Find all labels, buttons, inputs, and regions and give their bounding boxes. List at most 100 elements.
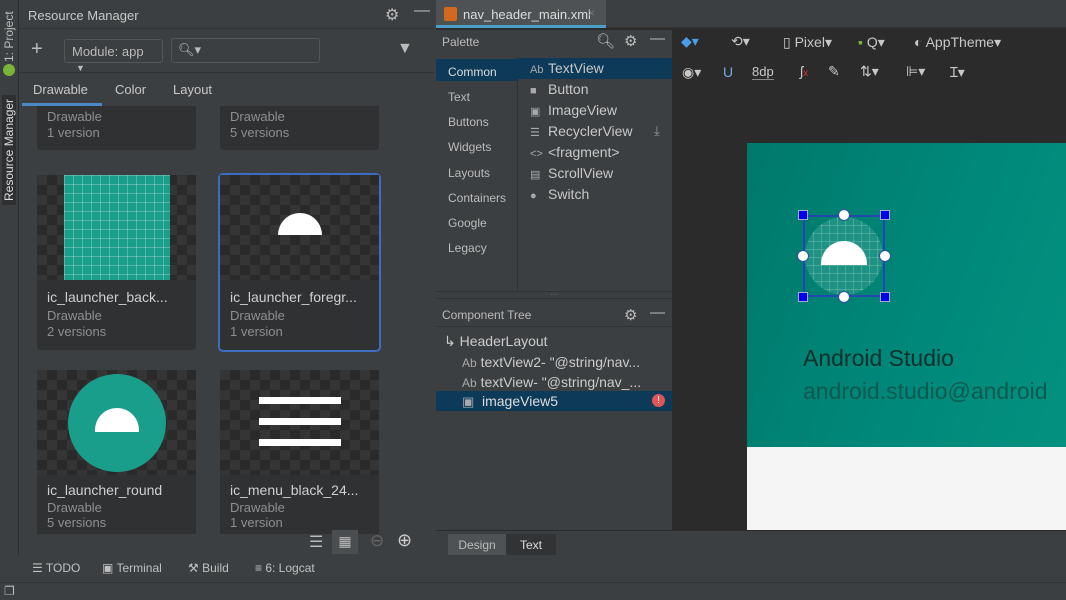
palette-item-label: TextView — [548, 60, 604, 76]
filter-icon[interactable]: ▼ — [397, 40, 413, 58]
resource-manager-tab[interactable]: Resource Manager — [2, 95, 16, 205]
tab-color[interactable]: Color — [115, 82, 146, 97]
view-options-icon[interactable]: ◉▾ — [682, 64, 701, 81]
tool-windows-toggle-icon[interactable]: ❐ — [4, 584, 15, 598]
tree-node[interactable]: Ab textView2- "@string/nav... — [462, 354, 640, 370]
gear-icon[interactable]: ⚙ — [624, 306, 637, 324]
resource-card-selected[interactable]: ic_launcher_foregr... Drawable 1 version — [220, 175, 379, 350]
gear-icon[interactable]: ⚙ — [624, 32, 637, 50]
palette-item[interactable]: ●Switch — [530, 186, 589, 202]
pack-icon[interactable]: ⇅▾ — [860, 63, 879, 80]
logcat-button[interactable]: ≡ 6: Logcat — [255, 561, 315, 575]
todo-button[interactable]: ☰ TODO — [32, 561, 80, 575]
close-icon[interactable]: × — [588, 6, 595, 20]
theme-select[interactable]: ◐ AppTheme▾ — [914, 34, 1001, 51]
preview-subtitle[interactable]: android.studio@android — [803, 378, 1048, 405]
search-input[interactable]: 🔍︎▾ — [171, 38, 320, 63]
palette-category[interactable]: Widgets — [448, 140, 491, 154]
splitter-handle[interactable]: ⋯ — [436, 291, 672, 299]
guidelines-icon[interactable]: Ɪ▾ — [950, 63, 965, 82]
resource-name: ic_launcher_back... — [47, 289, 168, 305]
constraint-anchor[interactable] — [838, 209, 850, 221]
terminal-button[interactable]: ▣ Terminal — [102, 561, 162, 575]
add-resource-button[interactable]: + — [31, 38, 43, 61]
palette-item-label: Button — [548, 81, 588, 97]
infer-constraints-icon[interactable]: ✎ — [828, 63, 840, 80]
resize-handle[interactable] — [798, 292, 808, 302]
module-select[interactable]: Module: app ▼ — [64, 39, 163, 63]
align-icon[interactable]: ⊫▾ — [906, 63, 925, 80]
tab-layout[interactable]: Layout — [173, 82, 212, 97]
minimize-icon[interactable]: — — [650, 30, 665, 47]
resource-card[interactable]: Drawable 1 version — [37, 106, 196, 150]
resource-name: ic_launcher_foregr... — [230, 289, 357, 305]
zoom-in-icon[interactable]: ⊕ — [397, 530, 412, 551]
tree-node[interactable]: ↳ HeaderLayout — [444, 333, 548, 350]
palette-category[interactable]: Google — [448, 216, 487, 230]
palette-category[interactable]: Common — [448, 65, 497, 79]
resize-handle[interactable] — [798, 210, 808, 220]
orientation-icon[interactable]: ⟲▾ — [731, 33, 750, 50]
minimize-icon[interactable]: — — [650, 304, 665, 321]
list-view-icon[interactable]: ☰ — [309, 532, 323, 552]
resource-card[interactable]: Drawable 5 versions — [220, 106, 379, 150]
resize-handle[interactable] — [880, 292, 890, 302]
resource-card[interactable]: ic_launcher_round Drawable 5 versions — [37, 370, 196, 534]
palette-item[interactable]: ▣ImageView — [530, 102, 617, 118]
preview-title[interactable]: Android Studio — [803, 345, 954, 372]
logcat-label: 6: Logcat — [265, 561, 314, 575]
constraint-anchor[interactable] — [838, 291, 850, 303]
layers-icon[interactable]: ◆▾ — [681, 33, 699, 50]
palette-category[interactable]: Buttons — [448, 115, 489, 129]
file-tab[interactable]: nav_header_main.xml × — [436, 0, 606, 28]
palette-item[interactable]: ▤ScrollView — [530, 165, 613, 181]
resource-manager-panel: Resource Manager ⚙ — + Module: app ▼ 🔍︎▾… — [19, 0, 434, 555]
gear-icon[interactable]: ⚙ — [385, 5, 399, 25]
theme-icon: ◐ — [914, 34, 926, 50]
clear-constraints-icon[interactable]: ʃx — [800, 63, 808, 79]
device-value: Pixel — [795, 34, 825, 50]
layout-icon: ↳ — [444, 333, 460, 349]
project-tab[interactable]: 1: Project — [2, 11, 16, 62]
resource-grid: Drawable 1 version Drawable 5 versions i… — [19, 106, 434, 534]
constraint-anchor[interactable] — [797, 250, 809, 262]
palette-category[interactable]: Text — [448, 90, 470, 104]
resource-card[interactable]: ic_launcher_back... Drawable 2 versions — [37, 175, 196, 350]
resize-handle[interactable] — [880, 210, 890, 220]
hammer-icon: ⚒ — [188, 561, 202, 575]
default-margin-select[interactable]: 8dp — [752, 64, 774, 80]
menu-icon — [259, 397, 341, 404]
download-icon[interactable]: ⤓ — [654, 123, 660, 139]
tool-window-bar: ☰ TODO ▣ Terminal ⚒ Build ≡ 6: Logcat — [0, 555, 1066, 582]
selection-box — [803, 215, 885, 297]
tab-drawable[interactable]: Drawable — [33, 82, 88, 97]
tree-node-label: HeaderLayout — [460, 333, 548, 349]
tab-design[interactable]: Design — [448, 534, 506, 556]
palette-category[interactable]: Layouts — [448, 166, 490, 180]
grid-view-icon[interactable]: ▦ — [332, 530, 358, 554]
zoom-out-icon[interactable]: ⊖ — [370, 531, 384, 551]
tree-node-selected[interactable]: ▣ imageView5 ! — [436, 391, 672, 411]
tab-text[interactable]: Text — [506, 534, 556, 556]
tree-node[interactable]: Ab textView- "@string/nav_... — [462, 374, 641, 390]
palette-item[interactable]: ☰RecyclerView — [530, 123, 633, 139]
palette-item[interactable]: ■Button — [530, 81, 588, 97]
resource-card[interactable]: ic_menu_black_24... Drawable 1 version — [220, 370, 379, 534]
tool-window-stripe: 1: Project Resource Manager — [0, 0, 19, 582]
image-icon: ▣ — [530, 105, 548, 118]
palette-category[interactable]: Containers — [448, 191, 506, 205]
api-select[interactable]: ▪ Q▾ — [858, 34, 885, 51]
palette-category[interactable]: Legacy — [448, 241, 487, 255]
phone-icon: ▯ — [783, 34, 795, 50]
build-button[interactable]: ⚒ Build — [188, 561, 229, 575]
device-select[interactable]: ▯ Pixel▾ — [783, 34, 832, 51]
error-icon[interactable]: ! — [652, 394, 665, 407]
tree-node-label: textView2- "@string/nav... — [481, 354, 641, 370]
resource-name: ic_menu_black_24... — [230, 482, 358, 498]
minimize-icon[interactable]: — — [414, 2, 430, 20]
constraint-anchor[interactable] — [879, 250, 891, 262]
magnet-icon[interactable]: U — [723, 64, 733, 80]
palette-item[interactable]: AbTextView — [530, 60, 604, 76]
palette-item[interactable]: <><fragment> — [530, 144, 620, 160]
search-icon[interactable]: 🔍︎ — [596, 32, 615, 50]
